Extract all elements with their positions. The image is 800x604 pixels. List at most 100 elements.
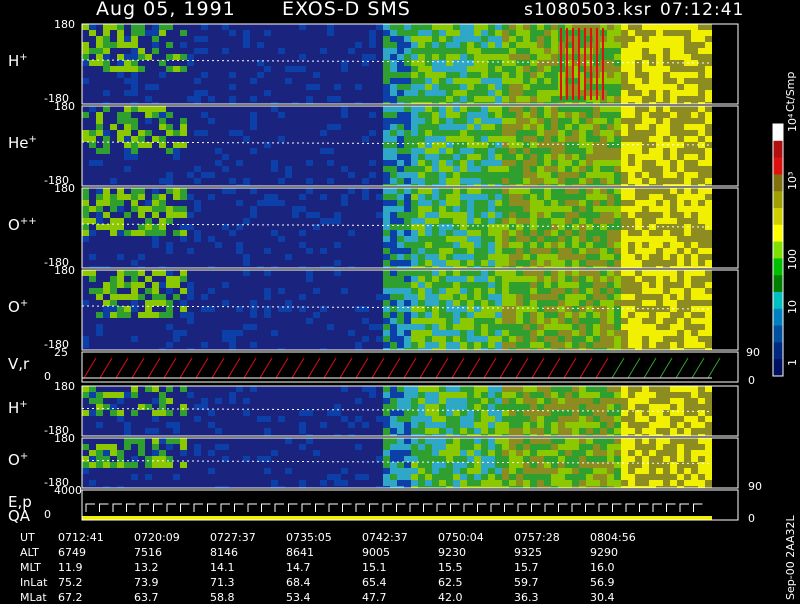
spectrogram-cell: [488, 60, 495, 66]
spectrogram-cell: [474, 118, 481, 124]
spectrogram-cell: [138, 30, 145, 36]
spectrogram-cell: [460, 112, 467, 118]
spectrogram-cell: [159, 270, 166, 276]
spectrogram-cell: [124, 438, 131, 444]
spectrogram-cell: [649, 212, 656, 218]
spectrogram-cell: [572, 142, 579, 148]
spectrogram-cell: [446, 270, 453, 276]
colorbar-tick: 10: [786, 300, 799, 314]
spectrogram-cell: [124, 112, 131, 118]
spectrogram-cell: [439, 188, 446, 194]
spectrogram-cell: [481, 270, 488, 276]
axis-value: 9290: [590, 546, 618, 559]
spectrogram-cell: [467, 392, 474, 398]
spectrogram-cell: [418, 288, 425, 294]
spectrogram-cell: [537, 54, 544, 60]
spectrogram-cell: [579, 206, 586, 212]
spectrogram-cell: [89, 206, 96, 212]
spectrogram-cell: [229, 84, 236, 90]
spectrogram-cell: [530, 474, 537, 480]
spectrogram-cell: [320, 148, 327, 154]
spectrogram-cell: [131, 188, 138, 194]
spectrogram-cell: [208, 422, 215, 428]
spectrogram-cell: [446, 66, 453, 72]
spectrogram-cell: [187, 212, 194, 218]
spectrogram-cell: [523, 24, 530, 30]
spectrogram-cell: [684, 468, 691, 474]
spectrogram-cell: [502, 422, 509, 428]
spectrogram-cell: [89, 230, 96, 236]
spectrogram-cell: [579, 260, 586, 266]
spectrogram-cell: [159, 282, 166, 288]
spectrogram-cell: [495, 166, 502, 172]
spectrogram-cell: [390, 54, 397, 60]
spectrogram-cell: [152, 36, 159, 42]
spectrogram-cell: [404, 236, 411, 242]
spectrogram-cell: [537, 160, 544, 166]
spectrogram-cell: [439, 398, 446, 404]
spectrogram-cell: [537, 444, 544, 450]
spectrogram-cell: [460, 118, 467, 124]
colorbar-segment: [773, 174, 783, 192]
spectrogram-cell: [460, 336, 467, 342]
ion-name: V,r: [8, 355, 30, 373]
spectrogram-cell: [187, 248, 194, 254]
spectrogram-cell: [383, 124, 390, 130]
spectrogram-cell: [705, 200, 712, 206]
spectrogram-cell: [194, 90, 201, 96]
spectrogram-cell: [166, 398, 173, 404]
spectrogram-cell: [523, 48, 530, 54]
spectrogram-cell: [264, 294, 271, 300]
spectrogram-cell: [166, 178, 173, 184]
spectrogram-cell: [621, 254, 628, 260]
spectrogram-cell: [579, 306, 586, 312]
spectrogram-cell: [572, 188, 579, 194]
spectrogram-cell: [628, 48, 635, 54]
spectrogram-cell: [628, 24, 635, 30]
spectrogram-cell: [411, 42, 418, 48]
spectrogram-cell: [432, 386, 439, 392]
spectrogram-cell: [250, 212, 257, 218]
spectrogram-cell: [628, 422, 635, 428]
spectrogram-cell: [481, 294, 488, 300]
spectrogram-cell: [537, 148, 544, 154]
spectrogram-cell: [117, 24, 124, 30]
spectrogram-cell: [670, 206, 677, 212]
spectrogram-cell: [698, 130, 705, 136]
spectrogram-cell: [684, 230, 691, 236]
spectrogram-cell: [397, 330, 404, 336]
spectrogram-cell: [404, 218, 411, 224]
spectrogram-cell: [544, 404, 551, 410]
spectrogram-cell: [698, 404, 705, 410]
spectrogram-cell: [656, 444, 663, 450]
spectrogram-cell: [411, 60, 418, 66]
spectrogram-cell: [327, 96, 334, 102]
ion-name: O: [8, 216, 20, 234]
spectrogram-cell: [670, 242, 677, 248]
spectrogram-cell: [390, 254, 397, 260]
spectrogram-cell: [600, 218, 607, 224]
spectrogram-cell: [404, 312, 411, 318]
spectrogram-cell: [439, 30, 446, 36]
spectrogram-cell: [614, 212, 621, 218]
spectrogram-cell: [460, 392, 467, 398]
spectrogram-cell: [544, 324, 551, 330]
spectrogram-cell: [586, 136, 593, 142]
spectrogram-cell: [502, 282, 509, 288]
spectrogram-cell: [537, 282, 544, 288]
spectrogram-cell: [530, 306, 537, 312]
spectrogram-cell: [376, 212, 383, 218]
spectrogram-cell: [446, 212, 453, 218]
spectrogram-cell: [670, 330, 677, 336]
spectrogram-cell: [453, 124, 460, 130]
spectrogram-cell: [600, 254, 607, 260]
spectrogram-cell: [628, 78, 635, 84]
spectrogram-cell: [677, 330, 684, 336]
spectrogram-cell: [516, 66, 523, 72]
spectrogram-cell: [670, 124, 677, 130]
spectrogram-cell: [495, 294, 502, 300]
spectrogram-cell: [656, 106, 663, 112]
spectrogram-cell: [390, 96, 397, 102]
spectrogram-cell: [222, 166, 229, 172]
spectrogram-cell: [411, 230, 418, 236]
